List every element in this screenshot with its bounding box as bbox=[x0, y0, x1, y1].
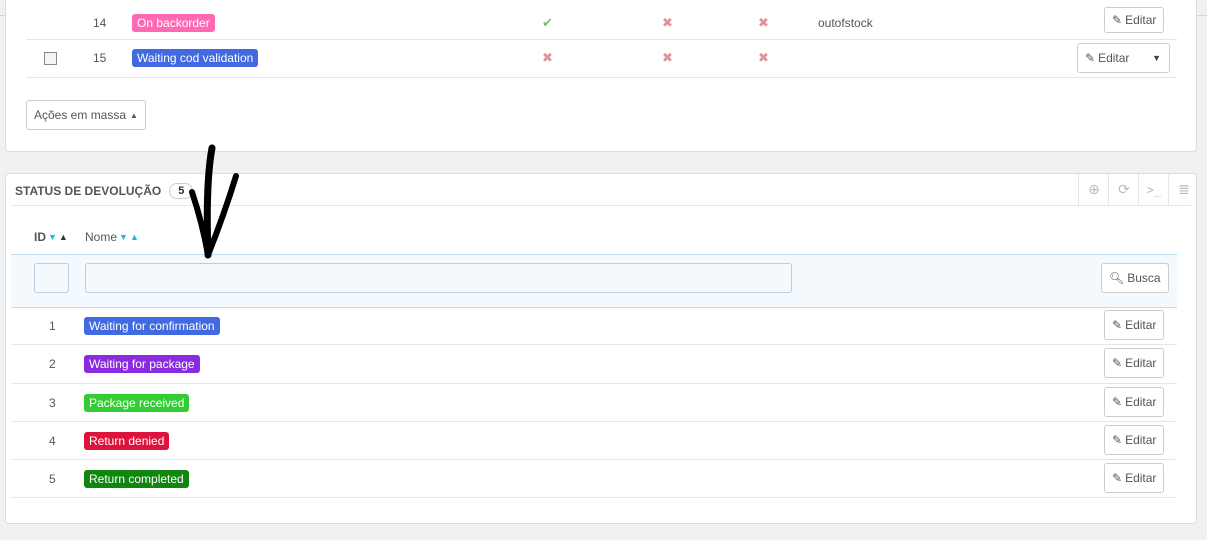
cross-icon: ✖ bbox=[542, 50, 553, 65]
return-status-panel: STATUS DE DEVOLUÇÃO 5 ⊕ ⟳ >_ ≣ ID ▼ ▲ Nom… bbox=[5, 173, 1197, 524]
pencil-icon: ✎ bbox=[1112, 471, 1123, 485]
sort-desc-icon[interactable]: ▼ bbox=[48, 232, 57, 242]
pencil-icon: ✎ bbox=[1112, 356, 1123, 370]
sort-desc-icon[interactable]: ▼ bbox=[119, 232, 128, 242]
filter-row: 🔍︎ Busca bbox=[11, 254, 1177, 308]
edit-button[interactable]: ✎ Editar bbox=[1104, 387, 1165, 417]
cross-icon: ✖ bbox=[758, 50, 769, 65]
table-row: 4 Return denied ✎ Editar bbox=[11, 422, 1177, 460]
table-row: 1 Waiting for confirmation ✎ Editar bbox=[11, 307, 1177, 345]
order-status-panel: 14 On backorder ✔ ✖ ✖ outofstock ✎ Editar… bbox=[5, 0, 1197, 152]
id-filter-input[interactable] bbox=[34, 263, 69, 293]
cross-icon: ✖ bbox=[758, 15, 769, 30]
status-badge: Package received bbox=[84, 393, 190, 412]
search-icon: 🔍︎ bbox=[1109, 271, 1125, 285]
pencil-icon: ✎ bbox=[1112, 395, 1123, 409]
pencil-icon: ✎ bbox=[1112, 318, 1123, 332]
caret-up-icon: ▲ bbox=[130, 110, 138, 120]
column-header-name[interactable]: Nome ▼ ▲ bbox=[85, 230, 139, 244]
column-header-id[interactable]: ID ▼ ▲ bbox=[34, 230, 68, 244]
edit-button[interactable]: ✎ Editar bbox=[1104, 310, 1165, 340]
sort-asc-icon[interactable]: ▲ bbox=[59, 232, 68, 242]
table-row: 5 Return completed ✎ Editar bbox=[11, 460, 1177, 498]
row-id: 15 bbox=[93, 51, 107, 65]
search-button[interactable]: 🔍︎ Busca bbox=[1101, 263, 1169, 293]
chevron-down-icon[interactable]: ▼ bbox=[1152, 53, 1161, 63]
row-id: 14 bbox=[93, 16, 107, 30]
edit-button[interactable]: ✎ Editar bbox=[1104, 463, 1165, 493]
panel-heading: STATUS DE DEVOLUÇÃO 5 bbox=[15, 183, 194, 199]
sort-asc-icon[interactable]: ▲ bbox=[130, 232, 139, 242]
add-icon[interactable]: ⊕ bbox=[1078, 174, 1109, 205]
edit-button[interactable]: ✎ Editar bbox=[1104, 348, 1165, 378]
status-badge: Waiting for package bbox=[84, 355, 200, 373]
template-name: outofstock bbox=[818, 16, 873, 30]
name-filter-input[interactable] bbox=[85, 263, 792, 293]
sql-icon[interactable]: >_ bbox=[1138, 174, 1169, 205]
edit-button[interactable]: ✎ Editar bbox=[1104, 425, 1165, 455]
refresh-icon[interactable]: ⟳ bbox=[1108, 174, 1139, 205]
edit-button[interactable]: ✎ Editar bbox=[1104, 7, 1165, 33]
status-badge: Waiting for confirmation bbox=[84, 316, 220, 335]
row-checkbox[interactable] bbox=[44, 51, 57, 65]
status-badge: On backorder bbox=[132, 14, 215, 32]
table-row: 14 On backorder ✔ ✖ ✖ outofstock ✎ Editar bbox=[26, 7, 1177, 40]
database-icon[interactable]: ≣ bbox=[1168, 174, 1199, 205]
status-badge: Return completed bbox=[84, 469, 189, 488]
status-badge: Waiting cod validation bbox=[132, 49, 259, 67]
table-row: 2 Waiting for package ✎ Editar bbox=[11, 345, 1177, 384]
heading-divider bbox=[11, 205, 1191, 206]
panel-title: STATUS DE DEVOLUÇÃO bbox=[15, 184, 162, 198]
pencil-icon: ✎ bbox=[1085, 51, 1096, 65]
edit-button[interactable]: ✎ Editar ▼ bbox=[1077, 43, 1170, 73]
annotation-arrow-icon bbox=[189, 144, 239, 259]
status-badge: Return denied bbox=[84, 431, 170, 450]
bulk-actions-button[interactable]: Ações em massa ▲ bbox=[26, 100, 146, 130]
check-icon: ✔ bbox=[542, 15, 553, 30]
table-row: 15 Waiting cod validation ✖ ✖ ✖ ✎ Editar … bbox=[26, 39, 1177, 78]
cross-icon: ✖ bbox=[662, 15, 673, 30]
pencil-icon: ✎ bbox=[1112, 433, 1123, 447]
pencil-icon: ✎ bbox=[1112, 13, 1123, 27]
table-row: 3 Package received ✎ Editar bbox=[11, 384, 1177, 422]
cross-icon: ✖ bbox=[662, 50, 673, 65]
